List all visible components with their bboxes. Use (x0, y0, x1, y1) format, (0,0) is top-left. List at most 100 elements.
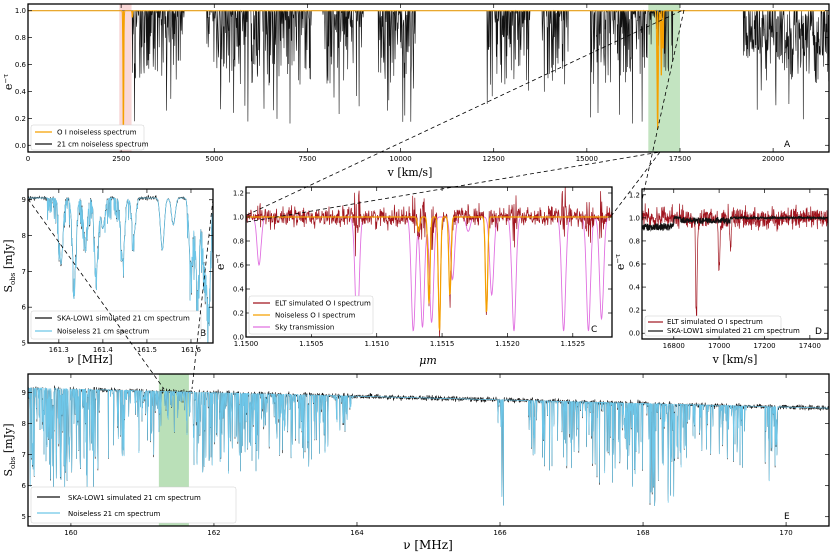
x-tick-label: 168 (636, 529, 649, 537)
panel-c-xlabel: μm (419, 354, 437, 367)
series-21cm-noiseless (28, 9, 829, 124)
legend-label: ELT simulated O I spectrum (667, 318, 763, 326)
y-tick-label: 0.8 (629, 237, 640, 245)
y-tick-label: 0.4 (233, 286, 245, 294)
x-tick-label: 161.6 (181, 346, 202, 354)
legend-label: SKA-LOW1 simulated 21 cm spectrum (667, 327, 800, 335)
panel-e-legend: SKA-LOW1 simulated 21 cm spectrum Noisel… (30, 486, 237, 524)
svg-text:Sobs [mJy]: Sobs [mJy] (2, 240, 17, 293)
y-tick-label: 6 (22, 482, 27, 490)
panel-d-letter: D (815, 327, 822, 337)
legend-label: Sky transmission (275, 324, 334, 332)
panel-a: 0 2500 5000 7500 10000 12500 15000 17500 20000 0.… (2, 3, 830, 179)
y-tick-label: 9 (22, 389, 26, 397)
x-tick-label: 1.1520 (495, 340, 520, 348)
panel-a-legend: O I noiseless spectrum 21 cm noiseless s… (30, 124, 149, 151)
panel-c-letter: C (591, 325, 597, 335)
x-tick-label: 164 (350, 529, 364, 537)
panel-a-letter: A (784, 140, 791, 150)
x-tick-label: 12500 (483, 155, 505, 163)
panel-b-legend: SKA-LOW1 simulated 21 cm spectrum Noisel… (30, 310, 202, 340)
x-tick-label: 0 (26, 155, 30, 163)
y-tick-label: 0.6 (15, 61, 27, 69)
x-tick-label: 15000 (576, 155, 598, 163)
x-tick-label: 17400 (799, 342, 821, 350)
figure: 0 2500 5000 7500 10000 12500 15000 17500 20000 0.… (2, 3, 830, 552)
y-tick-label: 0.2 (629, 307, 640, 315)
legend-label: O I noiseless spectrum (57, 129, 137, 137)
y-tick-label: 0.4 (15, 88, 27, 96)
panel-a-ylabel: e−τ (2, 74, 15, 90)
x-tick-label: 5000 (205, 155, 223, 163)
panel-d-legend: ELT simulated O I spectrum SKA-LOW1 simu… (644, 315, 800, 337)
x-tick-label: 7500 (299, 155, 317, 163)
y-tick-label: 0.2 (15, 115, 26, 123)
legend-label: SKA-LOW1 simulated 21 cm spectrum (68, 494, 201, 502)
panel-d: 16800 17000 17200 17400 0.0 0.2 0.4 0.6 0.8 1.0 1.… (614, 188, 829, 366)
svg-text:e−τ: e−τ (214, 254, 227, 270)
y-tick-label: 1.0 (15, 7, 26, 15)
panel-c-ylabel: e−τ (214, 254, 227, 270)
x-tick-label: 20000 (762, 155, 784, 163)
y-tick-label: 1.2 (629, 191, 640, 199)
x-tick-label: 166 (493, 529, 507, 537)
y-tick-label: 6 (22, 304, 27, 312)
y-tick-label: 0.6 (629, 261, 641, 269)
y-tick-label: 0.8 (233, 238, 244, 246)
x-tick-label: 162 (207, 529, 220, 537)
x-tick-label: 170 (779, 529, 792, 537)
panel-a-xlabel: v [km/s] (387, 166, 433, 179)
legend-label: ELT simulated O I spectrum (275, 300, 371, 308)
panel-d-ylabel: e−τ (614, 254, 627, 270)
panel-e-xlabel: ν [MHz] (403, 538, 453, 552)
y-tick-label: 9 (22, 196, 26, 204)
legend-label: SKA-LOW1 simulated 21 cm spectrum (57, 315, 190, 323)
legend-label: Noiseless 21 cm spectrum (57, 328, 150, 336)
panel-c-legend: ELT simulated O I spectrum Noiseless O I… (248, 295, 374, 335)
x-tick-label: 161.3 (49, 346, 69, 354)
x-tick-label: 1.1525 (561, 340, 586, 348)
svg-text:e−τ: e−τ (2, 74, 15, 90)
x-tick-label: 17200 (753, 342, 775, 350)
legend-label: Noiseless O I spectrum (275, 312, 356, 320)
legend-label: Noiseless 21 cm spectrum (68, 510, 161, 518)
x-tick-label: 16800 (663, 342, 685, 350)
x-tick-label: 1.1505 (299, 340, 324, 348)
y-tick-label: 5 (22, 340, 26, 348)
y-tick-label: 1.0 (629, 214, 640, 222)
x-tick-label: 160 (64, 529, 77, 537)
panel-d-xlabel: v [km/s] (712, 353, 758, 366)
svg-text:Sobs [mJy]: Sobs [mJy] (2, 424, 17, 477)
x-tick-label: 1.1515 (430, 340, 455, 348)
x-tick-label: 17000 (708, 342, 730, 350)
x-tick-label: 161.5 (137, 346, 157, 354)
y-tick-label: 0.2 (233, 310, 244, 318)
y-tick-label: 0.6 (233, 262, 245, 270)
y-tick-label: 5 (22, 513, 26, 521)
y-tick-label: 0.0 (15, 142, 26, 150)
x-tick-label: 10000 (389, 155, 411, 163)
y-tick-label: 0.0 (629, 330, 640, 338)
y-tick-label: 0.8 (15, 34, 26, 42)
y-tick-label: 0.4 (629, 284, 641, 292)
y-tick-label: 7 (22, 451, 26, 459)
series-elt-simulated (642, 203, 828, 323)
y-tick-label: 1.0 (233, 214, 244, 222)
legend-label: 21 cm noiseless spectrum (57, 141, 149, 149)
zoom-connector-line (611, 151, 661, 216)
panel-e-ylabel: Sobs [mJy] (2, 424, 17, 477)
y-tick-label: 7 (22, 268, 26, 276)
y-tick-label: 8 (22, 420, 26, 428)
y-tick-label: 0.0 (233, 334, 244, 342)
panel-b-xlabel: ν [MHz] (67, 353, 112, 366)
x-tick-label: 2500 (112, 155, 130, 163)
panel-e-letter: E (784, 512, 790, 522)
svg-text:e−τ: e−τ (614, 254, 627, 270)
x-tick-label: 17500 (669, 155, 691, 163)
panel-b: 161.3 161.4 161.5 161.656789 ν [MHz] Sobs [… (2, 188, 214, 366)
panel-e: 160 162 164 166 168 170 5 6 7 8 9 ν [MHz] Sobs [mJ… (2, 373, 830, 552)
panel-b-ylabel: Sobs [mJy] (2, 240, 17, 293)
panel-c: 1.1500 1.1505 1.1510 1.1515 1.1520 1.15250.00… (214, 186, 613, 367)
y-tick-label: 1.2 (233, 190, 244, 198)
zoom-connector-line (246, 9, 684, 216)
